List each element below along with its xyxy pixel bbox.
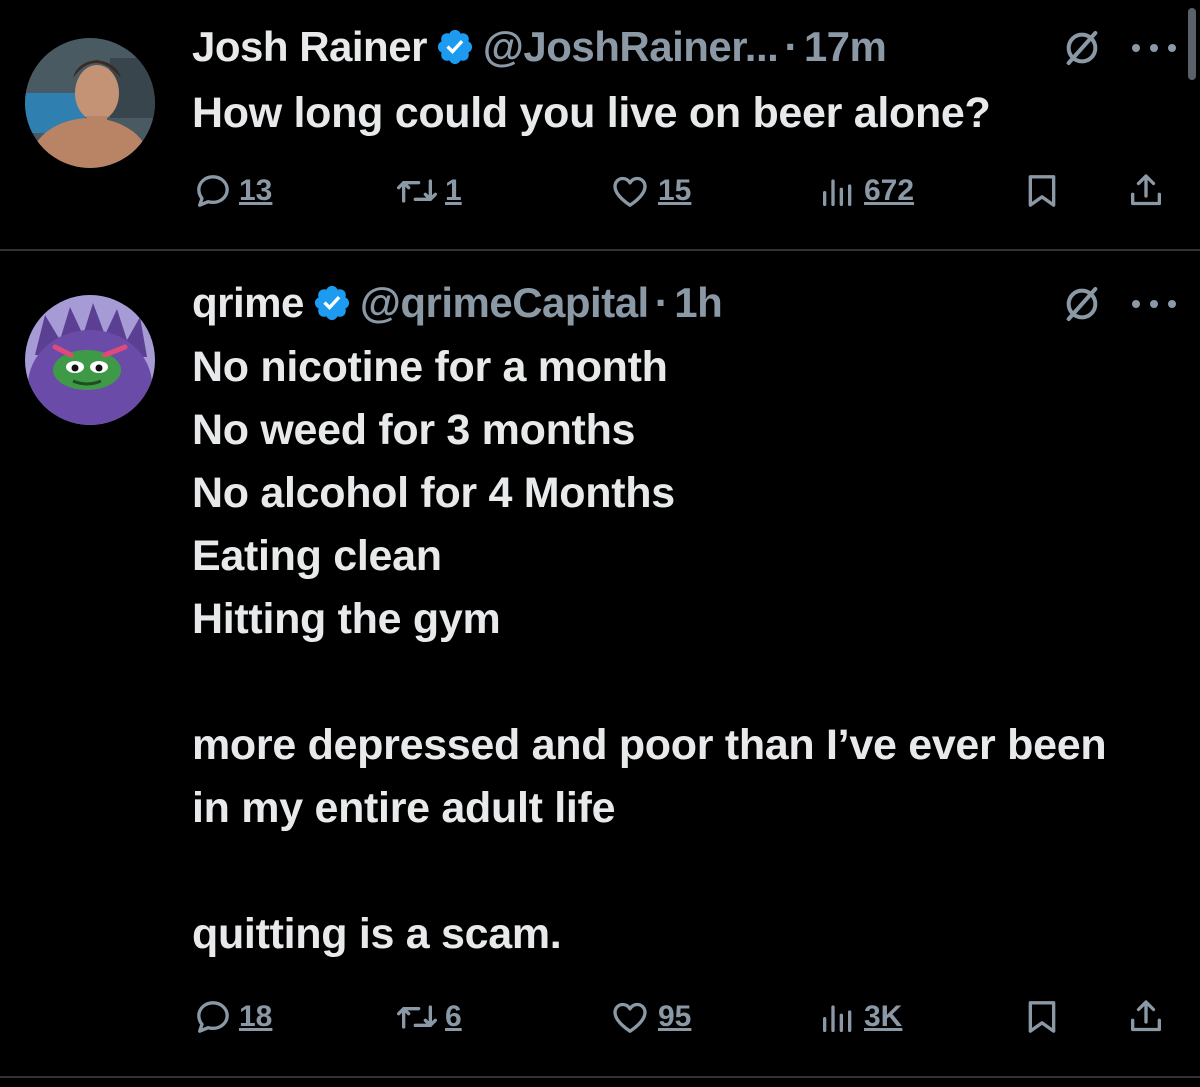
like-icon (613, 176, 647, 207)
display-name[interactable]: qrime (192, 278, 304, 328)
tweet-text: No nicotine for a month No weed for 3 mo… (192, 343, 1107, 958)
verified-badge-icon[interactable] (435, 27, 475, 67)
bookmark-icon (1028, 1001, 1056, 1033)
reply-count: 18 (239, 1000, 273, 1033)
bookmark-icon (1028, 175, 1056, 207)
share-icon (1131, 174, 1161, 206)
views-button[interactable]: 672 (818, 166, 914, 216)
repost-count: 1 (445, 174, 462, 207)
user-handle[interactable]: @JoshRainer... (483, 22, 779, 72)
views-button[interactable]: 3K (818, 992, 902, 1042)
views-icon (823, 1005, 852, 1032)
like-button[interactable]: 95 (608, 992, 691, 1042)
share-button[interactable] (1126, 992, 1166, 1042)
bookmark-button[interactable] (1022, 992, 1062, 1042)
grok-icon[interactable] (1062, 28, 1102, 68)
reply-count: 13 (239, 174, 273, 207)
repost-icon (396, 1005, 437, 1029)
separator-dot: · (784, 23, 798, 70)
tweet-josh-rainer[interactable]: Josh Rainer @JoshRainer... · 17m How lon… (0, 0, 1200, 250)
display-name[interactable]: Josh Rainer (192, 22, 427, 72)
tweet-divider (0, 1076, 1200, 1078)
reply-button[interactable]: 18 (193, 992, 272, 1042)
more-options-icon[interactable] (1132, 38, 1176, 58)
more-options-icon[interactable] (1132, 294, 1176, 314)
like-count: 15 (658, 174, 692, 207)
separator-dot: · (654, 279, 669, 326)
tweet-actions: 13 1 15 672 (0, 166, 1200, 216)
repost-icon (396, 179, 437, 203)
repost-count: 6 (445, 1000, 462, 1033)
avatar[interactable] (25, 38, 155, 168)
repost-button[interactable]: 6 (395, 992, 462, 1042)
views-icon (823, 179, 852, 206)
tweet-header: Josh Rainer @JoshRainer... · 17m (192, 22, 887, 72)
grok-icon[interactable] (1062, 284, 1102, 324)
tweet-actions: 18 6 95 3K (0, 992, 1200, 1042)
views-count: 3K (864, 1000, 903, 1033)
bookmark-button[interactable] (1022, 166, 1062, 216)
repost-button[interactable]: 1 (395, 166, 462, 216)
reply-button[interactable]: 13 (193, 166, 272, 216)
avatar[interactable] (25, 295, 155, 425)
verified-badge-icon[interactable] (312, 283, 352, 323)
views-count: 672 (864, 174, 915, 207)
reply-icon (197, 1001, 229, 1033)
tweet-header: qrime @qrimeCapital · 1h (192, 278, 723, 328)
avatar-image-josh (25, 38, 155, 168)
avatar-image-qrime (25, 295, 155, 425)
share-button[interactable] (1126, 166, 1166, 216)
share-icon (1131, 1000, 1161, 1032)
scrollbar[interactable] (1188, 8, 1196, 80)
tweet-divider (0, 249, 1200, 251)
like-count: 95 (658, 1000, 692, 1033)
user-handle[interactable]: @qrimeCapital (360, 278, 649, 328)
like-button[interactable]: 15 (608, 166, 691, 216)
tweet-text: How long could you live on beer alone? (192, 89, 991, 137)
like-icon (613, 1002, 647, 1033)
tweet-qrime[interactable]: qrime @qrimeCapital · 1h No nicotine for… (0, 252, 1200, 1082)
reply-icon (197, 175, 229, 207)
timestamp[interactable]: 1h (674, 278, 723, 328)
timestamp[interactable]: 17m (804, 22, 887, 72)
